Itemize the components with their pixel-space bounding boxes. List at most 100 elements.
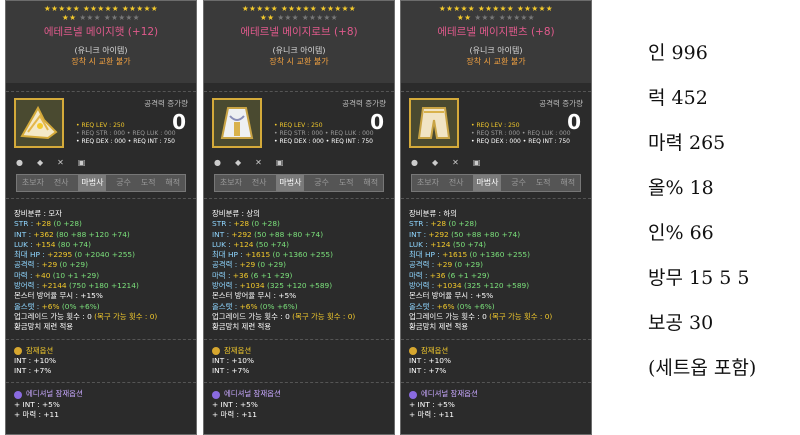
potential-line: INT : +10%	[14, 355, 57, 365]
tooltip-header: ★★★★★ ★★★★★ ★★★★★ ★★ ★★★ ★★★★★ 에테르넬 메이지팬…	[401, 1, 591, 83]
equip-category: 장비분류 : 모자	[14, 209, 62, 218]
hammer-line: 황금망치 제련 적용	[14, 322, 74, 332]
stat-line: 공격력 : +29 (0 +29)	[14, 260, 88, 270]
shield-icon: ▣	[275, 158, 284, 167]
misc-icons: ● ◆ ✕ ▣	[401, 156, 591, 170]
summary-luk: 럭 452	[648, 87, 708, 109]
job-magician: 마법사	[473, 175, 502, 191]
additional-line: + INT : +5%	[14, 399, 60, 409]
req-str-luk: • REQ STR : 000 • REQ LUK : 000	[471, 130, 571, 137]
potential-section: 잠재옵션 INT : +10% INT : +7%	[6, 338, 196, 377]
job-archer: 궁수	[314, 178, 329, 187]
trade-restriction: 장착 시 교환 불가	[71, 57, 131, 66]
potential-line: INT : +7%	[409, 366, 447, 376]
item-name: 에테르넬 메이지팬츠 (+8)	[437, 26, 555, 38]
star-force-row: ★★★★★ ★★★★★ ★★★★★	[438, 4, 554, 13]
stat-line: STR : +28 (0 +28)	[409, 219, 477, 229]
req-dex-int: • REQ DEX : 000 • REQ INT : 750	[471, 138, 570, 145]
misc-icons: ● ◆ ✕ ▣	[6, 156, 196, 170]
requirements: • REQ LEV : 250 • REQ STR : 000 • REQ LU…	[76, 122, 176, 146]
stat-line: 방어력 : +1034 (325 +120 +589)	[212, 281, 333, 291]
stat-line: 방어력 : +1034 (325 +120 +589)	[409, 281, 530, 291]
item-name: 에테르넬 메이지햇 (+12)	[43, 26, 159, 38]
item-name: 에테르넬 메이지로브 (+8)	[240, 26, 358, 38]
summary-int: 인 996	[648, 42, 708, 64]
potential-line: INT : +7%	[212, 366, 250, 376]
job-pirate: 해적	[165, 178, 181, 187]
job-pirate: 해적	[363, 178, 379, 187]
hammer-line: 황금망치 제련 적용	[409, 322, 469, 332]
robe-icon	[212, 98, 262, 148]
lock-icon: ◆	[36, 158, 44, 167]
hammer-line: 황금망치 제련 적용	[212, 322, 272, 332]
star-on: ★★	[456, 13, 472, 22]
job-bar: 초보자 전사 마법사 궁수 도적 해적	[214, 174, 384, 192]
job-magician: 마법사	[78, 175, 107, 191]
potential-gem-icon	[14, 346, 22, 355]
potential-section: 잠재옵션 INT : +10% INT : +7%	[401, 338, 591, 377]
attack-increase-label: 공격력 증가량	[342, 99, 386, 108]
job-beginner: 초보자	[219, 178, 242, 187]
upgrade-line: 업그레이드 가능 횟수 : 0 (복구 가능 횟수 : 0)	[409, 311, 553, 321]
additional-line: + 마력 : +11	[409, 410, 454, 420]
stat-line: INT : +292 (50 +88 +80 +74)	[212, 229, 324, 239]
potential-section: 잠재옵션 INT : +10% INT : +7%	[204, 338, 394, 377]
job-beginner: 초보자	[21, 178, 44, 187]
stat-line: INT : +292 (50 +88 +80 +74)	[409, 229, 521, 239]
additional-gem-icon	[212, 390, 220, 399]
additional-potential-title: 에디셔널 잠재옵션	[409, 389, 583, 399]
summary-set-note: (세트옵 포함)	[648, 357, 757, 379]
requirements: • REQ LEV : 250 • REQ STR : 000 • REQ LU…	[274, 122, 374, 146]
potion-icon: ●	[214, 158, 221, 167]
rarity-label: (유니크 아이템)	[469, 46, 523, 55]
stat-list: 장비분류 : 하의 STR : +28 (0 +28) INT : +292 (…	[401, 198, 591, 333]
item-tooltip-hat: ★★★★★ ★★★★★ ★★★★★ ★★ ★★★ ★★★★★ 에테르넬 메이지햇…	[5, 0, 197, 435]
equip-category: 장비분류 : 하의	[409, 209, 457, 218]
stat-line: LUK : +154 (80 +74)	[14, 239, 91, 249]
job-warrior: 전사	[251, 178, 267, 187]
stat-line: INT : +362 (80 +88 +120 +74)	[14, 229, 130, 239]
job-thief: 도적	[140, 178, 156, 187]
equip-category: 장비분류 : 상의	[212, 209, 260, 218]
summary-allstat-pct: 올% 18	[648, 177, 714, 199]
sword-icon: ✕	[255, 158, 262, 167]
job-thief: 도적	[535, 178, 551, 187]
additional-potential-title: 에디셔널 잠재옵션	[212, 389, 386, 399]
job-pirate: 해적	[560, 178, 576, 187]
additional-gem-icon	[14, 390, 22, 399]
star-force-row: ★★★★★ ★★★★★ ★★★★★	[43, 4, 159, 13]
stat-line: 방어력 : +2144 (750 +180 +1214)	[14, 281, 139, 291]
stat-list: 장비분류 : 모자 STR : +28 (0 +28) INT : +362 (…	[6, 198, 196, 333]
additional-potential-title: 에디셔널 잠재옵션	[14, 389, 188, 399]
stat-line: STR : +28 (0 +28)	[14, 219, 82, 229]
item-tooltip-robe: ★★★★★ ★★★★★ ★★★★★ ★★ ★★★ ★★★★★ 에테르넬 메이지로…	[203, 0, 395, 435]
additional-potential-section: 에디셔널 잠재옵션 + INT : +5% + 마력 : +11	[401, 382, 591, 420]
upgrade-line: 업그레이드 가능 횟수 : 0 (복구 가능 횟수 : 0)	[212, 311, 356, 321]
summary-magic: 마력 265	[648, 132, 726, 154]
stat-line: 몬스터 방어율 무시 : +5%	[212, 291, 297, 301]
star-force-row: ★★ ★★★ ★★★★★	[401, 13, 591, 22]
additional-potential-section: 에디셔널 잠재옵션 + INT : +5% + 마력 : +11	[6, 382, 196, 420]
stat-line: 최대 HP : +2295 (0 +2040 +255)	[14, 250, 135, 260]
job-bar: 초보자 전사 마법사 궁수 도적 해적	[411, 174, 581, 192]
stat-line: 몬스터 방어율 무시 : +5%	[409, 291, 494, 301]
summary-boss-damage: 보공 30	[648, 312, 714, 334]
trade-restriction: 장착 시 교환 불가	[466, 57, 526, 66]
summary-int-pct: 인% 66	[648, 222, 714, 244]
stat-line: LUK : +124 (50 +74)	[212, 239, 289, 249]
lock-icon: ◆	[431, 158, 439, 167]
additional-gem-icon	[409, 390, 417, 399]
potential-title: 잠재옵션	[212, 346, 386, 356]
additional-line: + 마력 : +11	[212, 410, 257, 420]
star-force-row: ★★ ★★★ ★★★★★	[6, 13, 196, 22]
stat-line: 최대 HP : +1615 (0 +1360 +255)	[212, 250, 333, 260]
potential-line: INT : +10%	[409, 355, 452, 365]
stat-line: 몬스터 방어율 무시 : +15%	[14, 291, 103, 301]
sword-icon: ✕	[452, 158, 459, 167]
shield-icon: ▣	[77, 158, 86, 167]
potion-icon: ●	[411, 158, 418, 167]
stat-line: 공격력 : +29 (0 +29)	[212, 260, 286, 270]
potential-title: 잠재옵션	[409, 346, 583, 356]
summary-ignore-def: 방무 15 5 5	[648, 267, 750, 289]
stat-line: LUK : +124 (50 +74)	[409, 239, 486, 249]
